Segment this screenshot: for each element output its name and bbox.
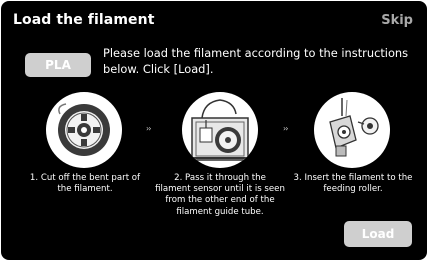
step-3-image bbox=[314, 92, 390, 168]
instructions-text: Please load the filament according to th… bbox=[103, 46, 409, 76]
load-filament-screen: Load the filament Skip PLA Please load t… bbox=[1, 1, 427, 260]
material-pla-button[interactable]: PLA bbox=[25, 53, 91, 77]
extruder-feeding-roller-icon bbox=[329, 98, 379, 157]
printer-filament-sensor-icon bbox=[191, 99, 249, 161]
load-button[interactable]: Load bbox=[344, 221, 412, 247]
step-2-text: 2. Pass it through the filament sensor u… bbox=[155, 173, 285, 217]
step-1-text: 1. Cut off the bent part of the filament… bbox=[29, 173, 141, 195]
arrow-right-icon: ›› bbox=[146, 124, 152, 133]
page-title: Load the filament bbox=[13, 12, 155, 28]
step-1-image bbox=[46, 92, 122, 168]
arrow-right-icon: ›› bbox=[283, 124, 289, 133]
step-3-text: 3. Insert the filament to the feeding ro… bbox=[293, 173, 413, 195]
filament-spool-icon bbox=[58, 103, 110, 156]
skip-button[interactable]: Skip bbox=[381, 13, 413, 28]
step-2-image bbox=[182, 92, 258, 168]
